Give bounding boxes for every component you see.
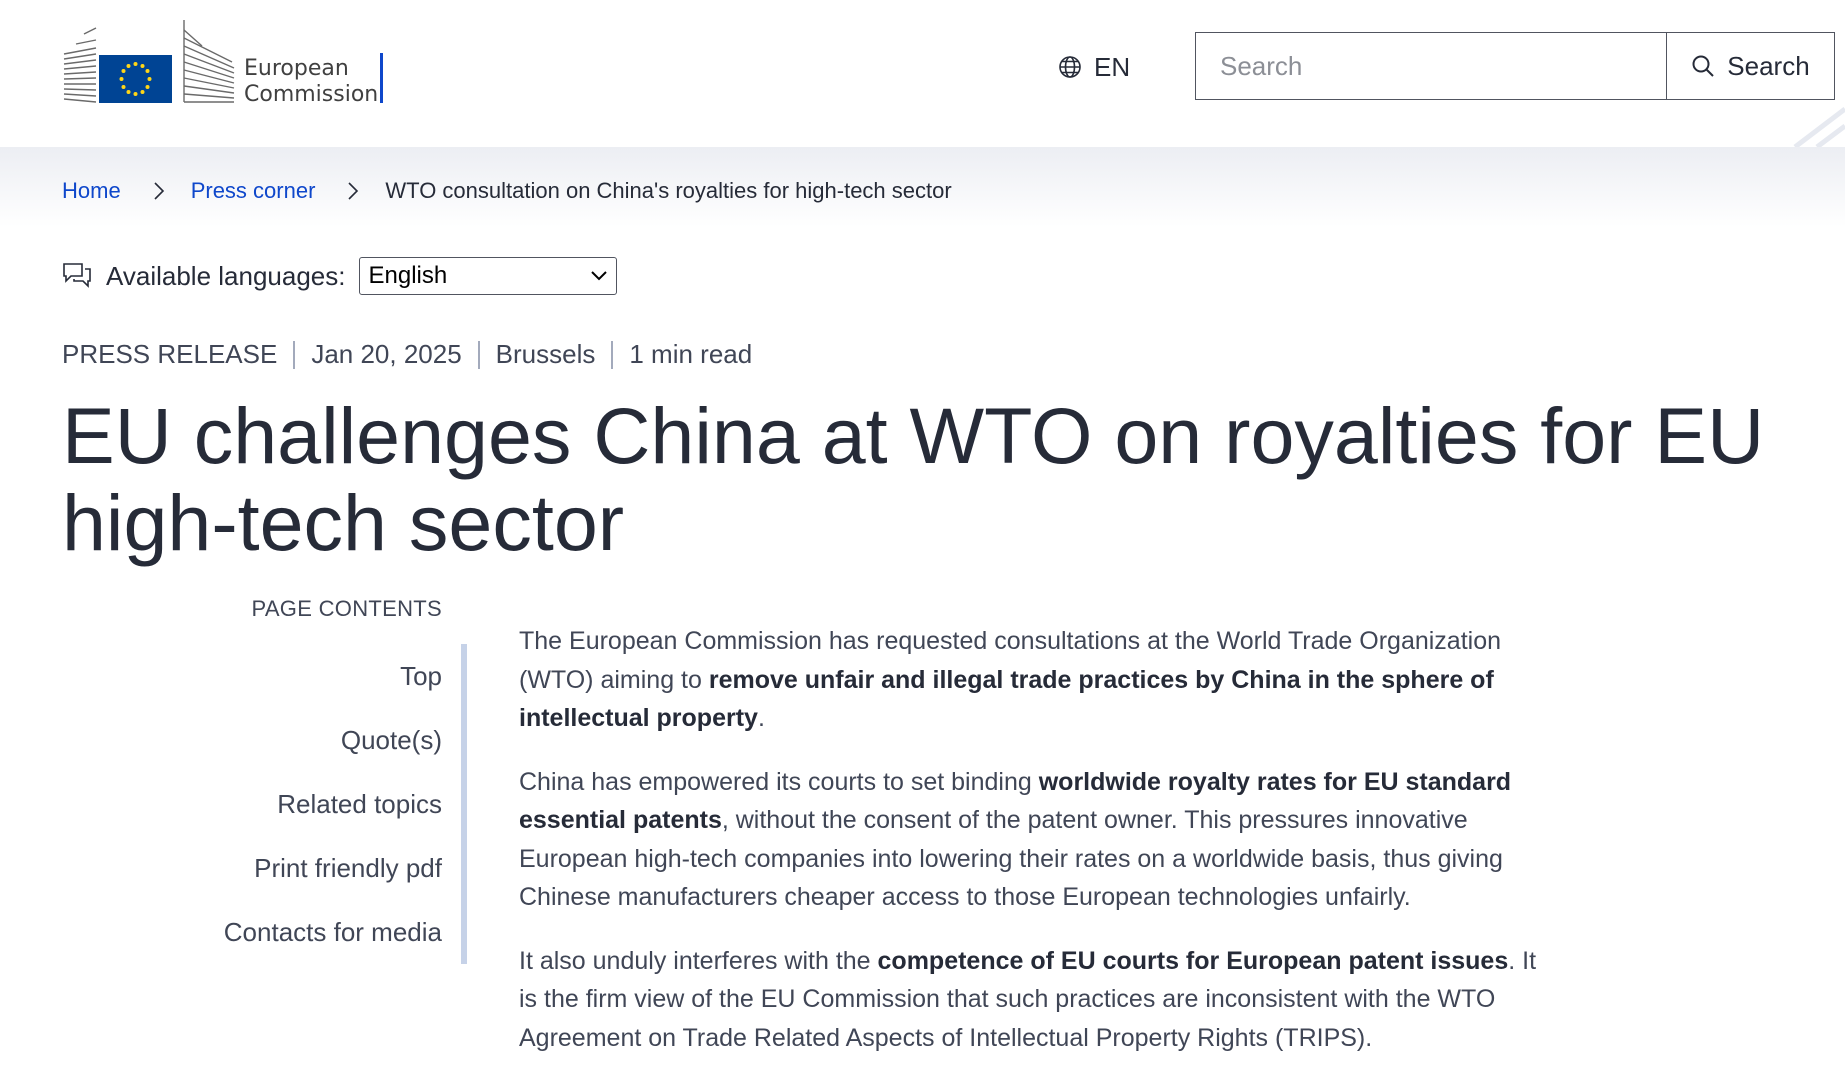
language-switcher[interactable]: EN	[1058, 50, 1130, 84]
toc-item-quotes[interactable]: Quote(s)	[150, 710, 442, 774]
available-languages-label: Available languages:	[106, 260, 346, 291]
page-contents-heading: PAGE CONTENTS	[251, 596, 442, 621]
search-icon	[1692, 55, 1715, 77]
toc-item-print-pdf[interactable]: Print friendly pdf	[150, 838, 442, 902]
press-release-meta: PRESS RELEASE Jan 20, 2025 Brussels 1 mi…	[62, 339, 752, 370]
speech-bubbles-icon	[63, 263, 91, 288]
meta-divider	[293, 340, 296, 369]
chevron-down-icon	[591, 271, 608, 281]
site-header: European Commission EN Search	[0, 0, 1845, 147]
chevron-right-icon	[153, 182, 165, 200]
paragraph: China has empowered its courts to set bi…	[519, 763, 1559, 917]
location: Brussels	[495, 339, 596, 369]
breadcrumb-home-link[interactable]: Home	[62, 178, 121, 204]
paragraph-text: China has empowered its courts to set bi…	[519, 767, 1039, 796]
chevron-right-icon	[347, 182, 359, 200]
toc-item-related-topics[interactable]: Related topics	[150, 774, 442, 838]
breadcrumb: Home Press corner WTO consultation on Ch…	[62, 178, 952, 204]
page-title: EU challenges China at WTO on royalties …	[62, 391, 1765, 567]
page-contents-nav: Top Quote(s) Related topics Print friend…	[150, 646, 442, 966]
paragraph-text: It also unduly interferes with the	[519, 946, 878, 975]
meta-divider	[477, 340, 480, 369]
header-decoration	[1793, 107, 1845, 147]
toc-item-contacts-media[interactable]: Contacts for media	[150, 902, 442, 966]
globe-icon	[1059, 56, 1081, 78]
paragraph-emphasis: competence of EU courts for European pat…	[877, 946, 1509, 975]
toc-item-top[interactable]: Top	[150, 646, 442, 710]
paragraph-text: .	[757, 704, 765, 732]
read-time: 1 min read	[629, 339, 753, 369]
search-button-label: Search	[1727, 50, 1810, 81]
logo-wordmark: European Commission	[244, 56, 378, 108]
language-select[interactable]: English	[359, 257, 618, 295]
logo-divider	[380, 53, 383, 103]
article-body: The European Commission has requested co…	[519, 622, 1559, 1082]
language-code: EN	[1094, 51, 1131, 82]
paragraph: The European Commission has requested co…	[519, 622, 1559, 738]
available-languages: Available languages: English	[62, 257, 618, 295]
meta-divider	[611, 340, 614, 369]
breadcrumb-press-corner-link[interactable]: Press corner	[191, 178, 316, 204]
search-input[interactable]	[1195, 32, 1666, 100]
logo-line-2: Commission	[244, 82, 379, 107]
language-select-value: English	[368, 262, 448, 289]
breadcrumb-current: WTO consultation on China's royalties fo…	[385, 178, 952, 203]
paragraph: It also unduly interferes with the compe…	[519, 942, 1559, 1058]
publish-date: Jan 20, 2025	[311, 339, 462, 369]
page-contents-indicator	[461, 644, 467, 964]
content-type: PRESS RELEASE	[62, 339, 278, 369]
search-button[interactable]: Search	[1666, 32, 1835, 100]
logo-line-1: European	[244, 56, 349, 81]
